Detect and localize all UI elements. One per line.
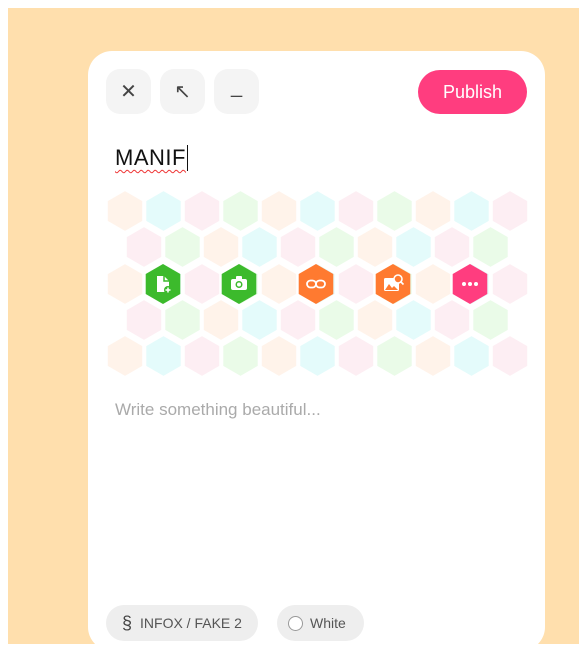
hex-tile xyxy=(221,333,260,379)
hex-tile xyxy=(452,188,491,234)
hex-tile xyxy=(240,224,279,270)
hex-tile xyxy=(240,297,279,343)
hex-tile xyxy=(490,188,530,234)
hex-tile xyxy=(413,333,453,379)
hex-tile xyxy=(336,261,376,307)
hex-tile xyxy=(163,297,202,343)
hex-tile xyxy=(298,188,337,234)
hex-tile xyxy=(452,333,491,379)
hex-tile xyxy=(490,333,530,379)
hex-tile xyxy=(259,188,299,234)
hex-tile xyxy=(105,261,145,307)
hex-tile xyxy=(201,224,241,270)
hex-tile xyxy=(317,297,356,343)
hex-tile xyxy=(471,224,510,270)
color-label: White xyxy=(310,615,346,631)
hex-tile xyxy=(317,224,356,270)
post-body-input[interactable]: Write something beautiful... xyxy=(115,400,321,420)
hex-tile xyxy=(413,261,453,307)
hex-tile xyxy=(124,224,164,270)
composer-card: ✕ ↖ _ Publish MANIF Write something beau… xyxy=(88,51,545,651)
hex-tile xyxy=(298,333,337,379)
hex-tile xyxy=(432,224,472,270)
hex-tile xyxy=(278,224,318,270)
hex-tile xyxy=(490,261,530,307)
hex-tile xyxy=(355,224,395,270)
hex-tile xyxy=(259,261,299,307)
section-label: INFOX / FAKE 2 xyxy=(140,615,242,631)
hex-tile xyxy=(105,333,145,379)
hex-tile xyxy=(336,188,376,234)
hex-action-grid xyxy=(105,188,530,379)
color-chip[interactable]: White xyxy=(277,605,364,641)
more-icon xyxy=(462,282,478,286)
hex-tile xyxy=(413,188,453,234)
hex-tile xyxy=(259,333,299,379)
hex-tile xyxy=(163,224,202,270)
hex-tile xyxy=(124,297,164,343)
radio-icon xyxy=(288,615,303,631)
hex-tile xyxy=(375,333,414,379)
hex-tile xyxy=(394,297,433,343)
hex-tile xyxy=(355,297,395,343)
hex-tile xyxy=(336,333,376,379)
section-chip[interactable]: § INFOX / FAKE 2 xyxy=(106,605,258,641)
section-icon: § xyxy=(122,612,133,633)
hex-tile xyxy=(394,224,433,270)
hex-tile xyxy=(182,333,222,379)
hex-tile xyxy=(144,188,183,234)
hex-tile xyxy=(182,261,222,307)
hex-tile xyxy=(105,188,145,234)
hex-tile xyxy=(375,188,414,234)
hex-tile xyxy=(144,333,183,379)
hex-tile xyxy=(221,188,260,234)
hex-tile xyxy=(182,188,222,234)
hex-tile xyxy=(201,297,241,343)
hex-tile xyxy=(278,297,318,343)
hex-tile xyxy=(471,297,510,343)
hex-tile xyxy=(432,297,472,343)
